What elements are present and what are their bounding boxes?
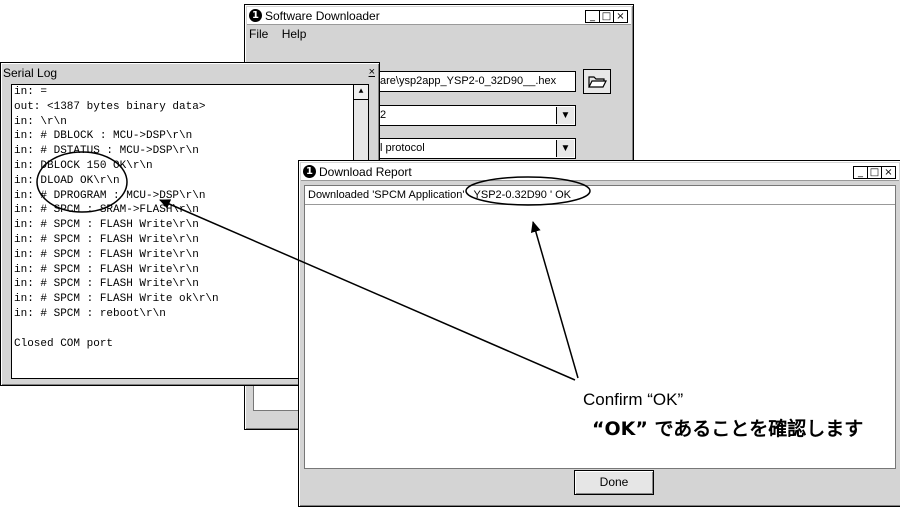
chevron-down-icon: ▼ bbox=[556, 107, 574, 124]
app-icon: 1 bbox=[303, 165, 316, 178]
downloader-title: Software Downloader bbox=[265, 8, 380, 23]
menu-bar: File Help bbox=[249, 27, 316, 41]
report-version: YSP2-0.32D90 ' OK bbox=[473, 189, 572, 201]
log-line: out: <1387 bytes binary data> bbox=[14, 100, 206, 113]
caption-english: Confirm “OK” bbox=[583, 390, 684, 409]
menu-file[interactable]: File bbox=[249, 27, 268, 41]
maximize-icon[interactable]: □ bbox=[867, 166, 882, 179]
close-icon[interactable]: × bbox=[613, 10, 628, 23]
log-line: in: = bbox=[14, 86, 48, 98]
maximize-icon[interactable]: □ bbox=[599, 10, 614, 23]
window-controls: _ □ × bbox=[585, 10, 628, 23]
port-select[interactable]: 2 ▼ bbox=[376, 105, 576, 126]
caption-japanese: “OK” であることを確認します bbox=[592, 418, 864, 440]
scroll-up-icon[interactable]: ▲ bbox=[354, 85, 368, 100]
menu-help[interactable]: Help bbox=[282, 27, 307, 41]
close-icon[interactable]: × bbox=[881, 166, 896, 179]
browse-folder-button[interactable] bbox=[583, 69, 611, 94]
protocol-select[interactable]: l protocol ▼ bbox=[376, 138, 576, 159]
port-value: 2 bbox=[380, 109, 387, 121]
download-report-window: 1 Download Report _ □ × Downloaded 'SPCM… bbox=[298, 160, 900, 507]
minimize-icon[interactable]: _ bbox=[853, 166, 868, 179]
log-line: in: # DSTATUS : MCU->DSP\r\n bbox=[14, 145, 199, 158]
file-path-value: are\ysp2app_YSP2-0_32D90__.hex bbox=[380, 75, 557, 87]
done-button[interactable]: Done bbox=[574, 470, 654, 495]
window-controls: _ □ × bbox=[853, 166, 896, 179]
chevron-down-icon: ▼ bbox=[556, 140, 574, 157]
report-titlebar: 1 Download Report _ □ × bbox=[301, 163, 899, 181]
close-icon[interactable]: × bbox=[369, 66, 375, 78]
file-path-field[interactable]: are\ysp2app_YSP2-0_32D90__.hex bbox=[376, 71, 576, 92]
app-icon: 1 bbox=[249, 9, 262, 22]
log-line: in: # DBLOCK : MCU->DSP\r\n bbox=[14, 130, 193, 143]
report-row: Downloaded 'SPCM Application' YSP2-0.32D… bbox=[305, 186, 895, 205]
serial-log-title: Serial Log bbox=[3, 66, 58, 80]
log-line: in: \r\n bbox=[14, 115, 67, 128]
downloader-titlebar: 1 Software Downloader _ □ × bbox=[247, 7, 631, 25]
folder-icon bbox=[588, 76, 607, 88]
report-message: Downloaded 'SPCM Application' bbox=[308, 189, 465, 201]
protocol-value: l protocol bbox=[380, 142, 425, 154]
report-title: Download Report bbox=[319, 164, 412, 179]
minimize-icon[interactable]: _ bbox=[585, 10, 600, 23]
